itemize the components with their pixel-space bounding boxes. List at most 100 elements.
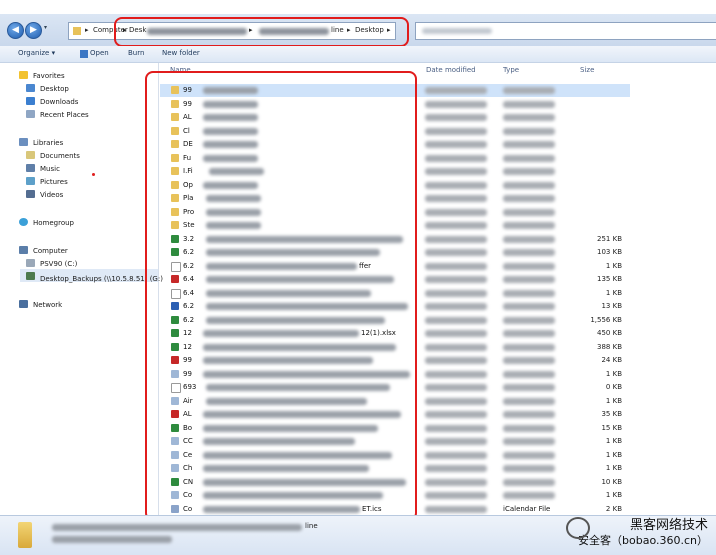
file-type — [503, 168, 555, 175]
file-type — [503, 249, 555, 256]
videos-icon — [26, 190, 35, 198]
file-type — [503, 222, 555, 229]
column-type[interactable]: Type — [503, 66, 519, 74]
file-size: 2 KB — [605, 504, 622, 513]
file-date — [425, 397, 487, 405]
pictures-icon — [26, 177, 35, 185]
file-size: 15 KB — [601, 423, 622, 432]
sidebar-item-recent[interactable]: Recent Places — [26, 110, 89, 119]
file-list-highlight — [145, 71, 417, 521]
drive-icon — [26, 259, 35, 267]
file-size: 1,556 KB — [590, 315, 622, 324]
file-date — [425, 154, 487, 162]
file-type — [503, 343, 555, 351]
file-date — [425, 343, 487, 351]
column-date-modified[interactable]: Date modified — [426, 66, 476, 74]
file-type — [503, 478, 555, 486]
file-type — [503, 195, 555, 202]
file-size: 1 KB — [605, 491, 622, 499]
file-type — [503, 384, 555, 391]
sidebar-item-documents[interactable]: Documents — [26, 151, 80, 160]
file-type — [503, 208, 555, 216]
file-type — [503, 424, 555, 432]
file-date — [425, 141, 487, 148]
file-size: 1 KB — [605, 464, 622, 472]
file-size: 0 KB — [605, 383, 622, 391]
sidebar-item-videos[interactable]: Videos — [26, 190, 63, 199]
homegroup-icon — [19, 218, 28, 226]
file-type — [503, 465, 555, 472]
file-type — [503, 492, 555, 499]
history-dropdown-icon[interactable]: ▾ — [44, 24, 52, 34]
file-date — [425, 478, 487, 486]
computer-header[interactable]: Computer — [19, 246, 68, 255]
details-text: line — [305, 522, 318, 530]
file-size: 10 KB — [601, 477, 622, 486]
file-type — [503, 330, 555, 337]
star-icon — [19, 71, 28, 79]
open-button[interactable]: Open — [90, 49, 109, 57]
file-type — [503, 141, 555, 148]
selected-folder-icon — [18, 522, 32, 548]
file-date — [425, 262, 487, 270]
file-date — [425, 87, 487, 94]
folder-icon — [73, 27, 81, 35]
file-date — [425, 370, 487, 378]
new-folder-button[interactable]: New folder — [162, 49, 200, 57]
libraries-header[interactable]: Libraries — [19, 138, 63, 147]
file-date — [425, 127, 487, 135]
file-size: 35 KB — [601, 410, 622, 418]
file-type — [503, 276, 555, 283]
file-size: 1 KB — [605, 437, 622, 445]
file-size: 1 KB — [605, 288, 622, 297]
file-type — [503, 114, 555, 121]
forward-button[interactable]: ▶ — [25, 22, 42, 39]
organize-button[interactable]: Organize ▾ — [18, 49, 55, 57]
back-button[interactable]: ◀ — [7, 22, 24, 39]
open-icon — [80, 50, 88, 58]
file-type — [503, 451, 555, 459]
documents-icon — [26, 151, 35, 159]
sidebar-item-downloads[interactable]: Downloads — [26, 97, 78, 106]
file-type — [503, 100, 555, 108]
burn-button[interactable]: Burn — [128, 49, 144, 57]
watermark-line1: 黑客网络技术 — [629, 518, 708, 533]
homegroup-header[interactable]: Homegroup — [19, 218, 74, 227]
sidebar-item-pictures[interactable]: Pictures — [26, 177, 68, 186]
file-type — [503, 397, 555, 405]
file-date — [425, 505, 487, 513]
file-date — [425, 357, 487, 364]
file-date — [425, 303, 487, 310]
file-type — [503, 154, 555, 162]
file-date — [425, 438, 487, 445]
file-date — [425, 276, 487, 283]
sidebar-item-music[interactable]: Music — [26, 164, 60, 173]
sidebar-item-network-drive[interactable]: Desktop_Backups (\\10.5.8.51) (G:) — [20, 269, 163, 283]
column-size[interactable]: Size — [580, 66, 594, 74]
libraries-icon — [19, 138, 28, 146]
file-size: 450 KB — [597, 329, 622, 337]
annotation-dot — [92, 173, 95, 176]
file-size: 135 KB — [597, 275, 622, 283]
file-date — [425, 492, 487, 499]
desktop-icon — [26, 84, 35, 92]
file-size: 1 KB — [605, 261, 622, 270]
file-type — [503, 316, 555, 324]
network-icon — [19, 300, 28, 308]
computer-icon — [19, 246, 28, 254]
address-highlight — [114, 17, 409, 47]
network-header[interactable]: Network — [19, 300, 62, 309]
favorites-header[interactable]: Favorites — [19, 71, 65, 80]
recent-places-icon — [26, 110, 35, 118]
file-date — [425, 411, 487, 418]
file-date — [425, 451, 487, 459]
file-type — [503, 303, 555, 310]
file-type — [503, 235, 555, 243]
sidebar-item-desktop[interactable]: Desktop — [26, 84, 69, 93]
sidebar-item-drive-c[interactable]: PSV90 (C:) — [26, 259, 77, 268]
file-date — [425, 424, 487, 432]
file-size: 1 KB — [605, 369, 622, 378]
search-box[interactable] — [415, 22, 716, 40]
file-date — [425, 208, 487, 216]
file-size: 1 KB — [605, 396, 622, 405]
